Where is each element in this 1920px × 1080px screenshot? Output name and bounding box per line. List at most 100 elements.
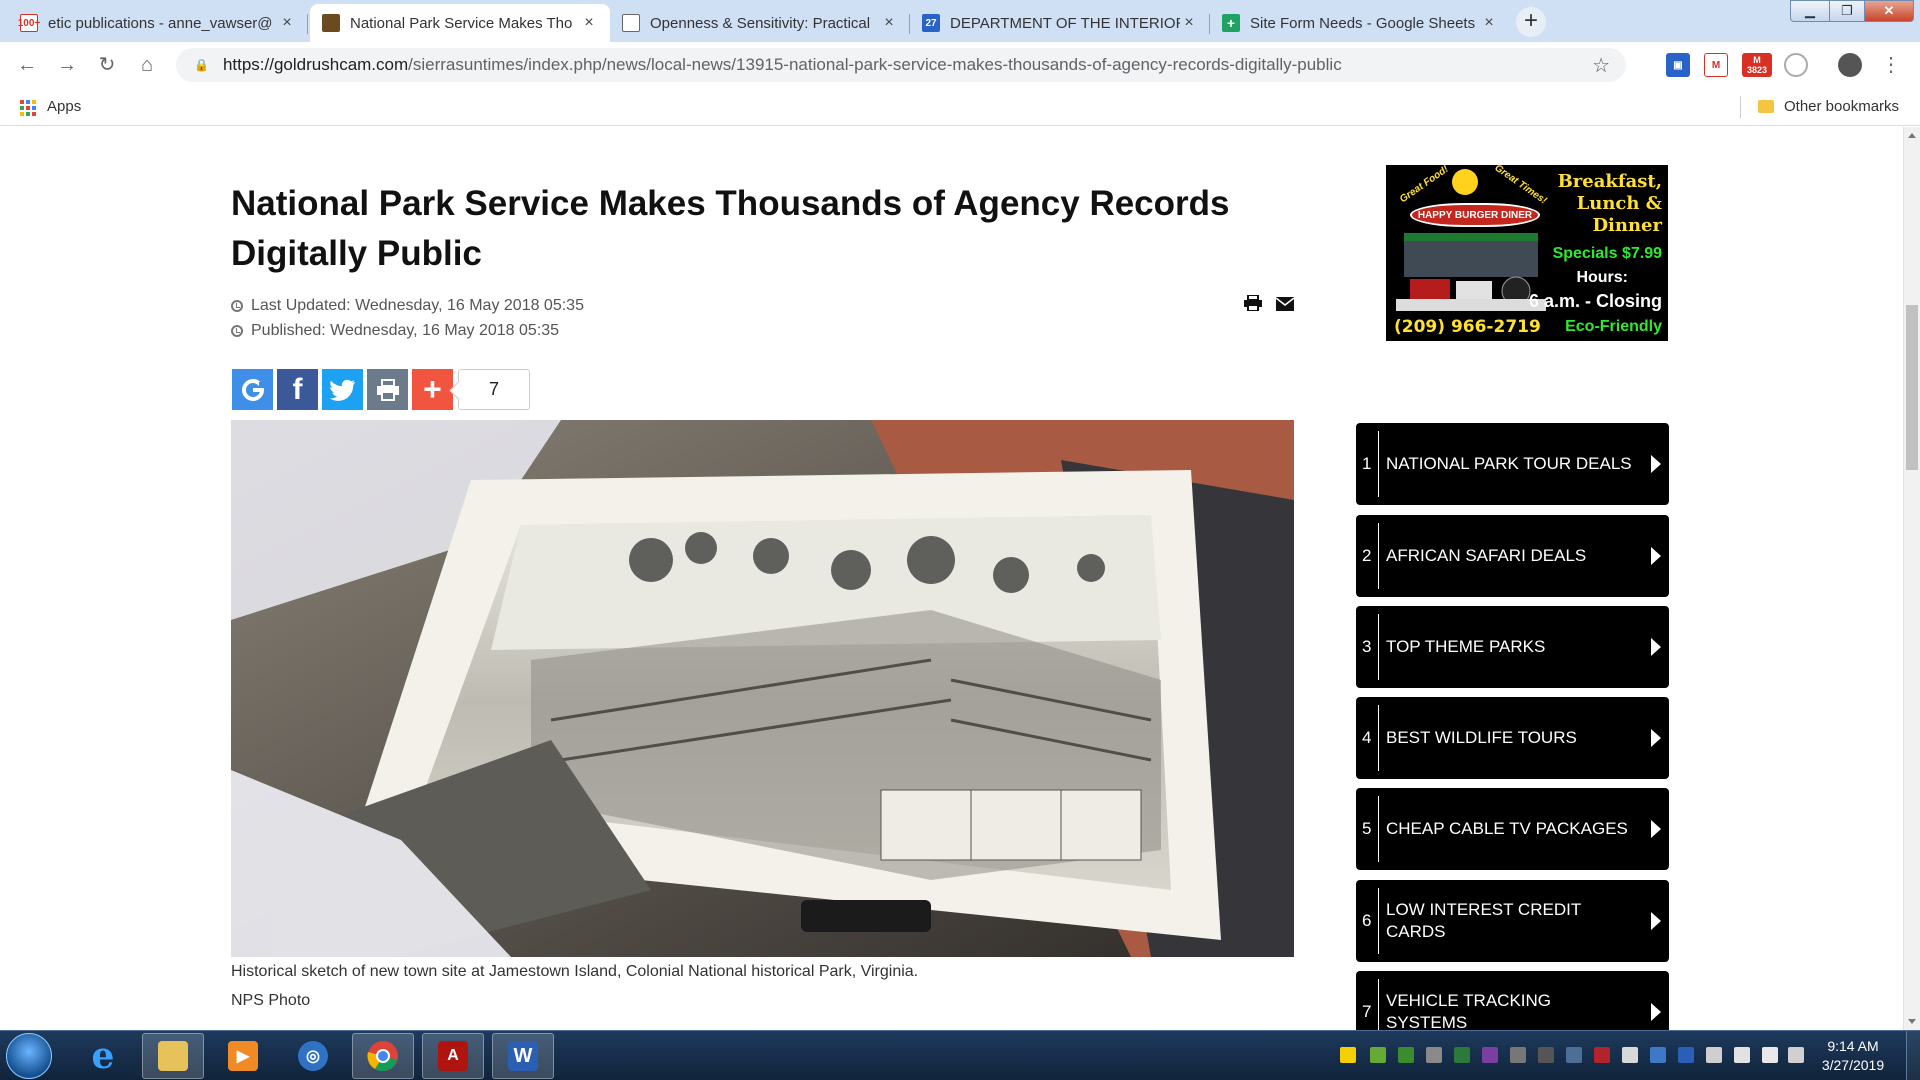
photo-caption: Historical sketch of new town site at Ja… — [231, 963, 919, 980]
reload-icon[interactable]: ↻ — [94, 52, 120, 78]
last-updated-text: Last Updated: Wednesday, 16 May 2018 05:… — [251, 297, 584, 314]
ad-tag-left: Great Food! — [1397, 165, 1451, 206]
tray-shield-icon[interactable] — [1340, 1047, 1356, 1063]
more-share-icon[interactable]: + — [412, 369, 453, 410]
tray-security-icon[interactable] — [1594, 1047, 1610, 1063]
tab-national-park-service[interactable]: National Park Service Makes Tho × — [310, 4, 610, 42]
profile-avatar-icon[interactable] — [1838, 53, 1862, 77]
minimize-window-button[interactable]: ▁ — [1790, 0, 1830, 22]
close-icon[interactable]: × — [1480, 14, 1498, 32]
bookmark-star-icon[interactable]: ☆ — [1592, 53, 1610, 78]
google-share-icon[interactable] — [232, 369, 273, 410]
tab-openness-sensitivity[interactable]: Openness & Sensitivity: Practical × — [610, 4, 910, 42]
tab-separator — [307, 14, 308, 34]
apps-bookmark[interactable]: Apps — [47, 98, 81, 115]
tab-title: DEPARTMENT OF THE INTERIOR — [950, 14, 1180, 32]
play-arrow-icon — [1651, 729, 1661, 747]
tray-network-icon[interactable] — [1788, 1047, 1804, 1063]
play-arrow-icon — [1651, 455, 1661, 473]
tray-evernote-icon[interactable] — [1454, 1047, 1470, 1063]
sheets-icon: + — [1222, 14, 1240, 32]
tab-gmail[interactable]: 100+ etic publications - anne_vawser@ × — [8, 4, 308, 42]
chrome-icon[interactable] — [352, 1033, 414, 1079]
link-number: 7 — [1362, 1002, 1372, 1021]
media-player-icon[interactable]: ▶ — [212, 1033, 274, 1079]
tray-volume-icon[interactable] — [1762, 1047, 1778, 1063]
scroll-down-arrow-icon[interactable] — [1908, 1019, 1916, 1024]
facebook-share-icon[interactable]: f — [277, 369, 318, 410]
url-text: https://goldrushcam.com/sierrasuntimes/i… — [222, 55, 1342, 74]
document-icon — [622, 14, 640, 32]
site-favicon-icon — [322, 14, 340, 32]
gmail-icon: 100+ — [18, 14, 40, 32]
home-icon[interactable]: ⌂ — [134, 52, 160, 78]
sidebar-link-7[interactable]: 7 VEHICLE TRACKING SYSTEMS — [1356, 971, 1669, 1030]
back-arrow-icon[interactable]: ← — [14, 52, 40, 78]
sidebar-link-6[interactable]: 6 LOW INTEREST CREDIT CARDS — [1356, 880, 1669, 962]
tray-network-app-icon[interactable] — [1370, 1047, 1386, 1063]
word-icon[interactable]: W — [492, 1033, 554, 1079]
show-desktop-button[interactable] — [1906, 1031, 1920, 1080]
web-page: National Park Service Makes Thousands of… — [0, 127, 1903, 1030]
tab-department-of-interior[interactable]: 27 DEPARTMENT OF THE INTERIOR × — [910, 4, 1210, 42]
forward-arrow-icon[interactable]: → — [54, 52, 80, 78]
tray-dragon-icon[interactable] — [1538, 1047, 1554, 1063]
tray-flag-icon[interactable] — [1734, 1047, 1750, 1063]
acrobat-icon[interactable]: A — [422, 1033, 484, 1079]
network-globe-icon[interactable]: ◎ — [282, 1033, 344, 1079]
scroll-thumb[interactable] — [1906, 305, 1918, 470]
page-scrollbar[interactable] — [1903, 127, 1920, 1030]
tab-title: Site Form Needs - Google Sheets — [1250, 14, 1476, 32]
print-share-icon[interactable] — [367, 369, 408, 410]
menu-kebab-icon[interactable]: ⋮ — [1878, 52, 1904, 78]
sidebar-link-3[interactable]: 3 TOP THEME PARKS — [1356, 606, 1669, 688]
file-explorer-icon[interactable] — [142, 1033, 204, 1079]
tray-bird-icon[interactable] — [1566, 1047, 1582, 1063]
maximize-window-button[interactable]: ❐ — [1829, 0, 1865, 22]
email-icon[interactable] — [1276, 297, 1294, 311]
twitter-share-icon[interactable] — [322, 369, 363, 410]
article-title: National Park Service Makes Thousands of… — [231, 184, 1230, 273]
published-date: Published: Wednesday, 16 May 2018 05:35 — [231, 322, 559, 340]
tray-monitor-icon[interactable] — [1622, 1047, 1638, 1063]
system-clock[interactable]: 9:14 AM 3/27/2019 — [1808, 1037, 1898, 1075]
tray-headset-icon[interactable] — [1510, 1047, 1526, 1063]
gmail-checker-icon[interactable]: M 3823 — [1742, 53, 1772, 77]
tray-onenote-icon[interactable] — [1482, 1047, 1498, 1063]
sidebar-link-1[interactable]: 1 NATIONAL PARK TOUR DEALS — [1356, 423, 1669, 505]
ad-hours: 6 a.m. - Closing — [1528, 291, 1662, 311]
bookmarks-bar: Apps Other bookmarks — [0, 88, 1920, 126]
extension-screen-icon[interactable]: ▣ — [1666, 53, 1690, 77]
happy-burger-diner-ad[interactable]: Great Food! Great Times! HAPPY BURGER DI… — [1386, 165, 1668, 341]
play-arrow-icon — [1651, 547, 1661, 565]
link-number: 2 — [1362, 546, 1372, 565]
internet-explorer-icon[interactable]: e — [72, 1033, 134, 1079]
close-icon[interactable]: × — [1180, 14, 1198, 32]
close-icon[interactable]: × — [880, 14, 898, 32]
tray-money-icon[interactable] — [1398, 1047, 1414, 1063]
scroll-up-arrow-icon[interactable] — [1908, 133, 1916, 138]
address-bar[interactable]: 🔒 https://goldrushcam.com/sierrasuntimes… — [176, 48, 1626, 82]
gmail-extension-icon[interactable]: M — [1704, 53, 1728, 77]
sidebar-link-4[interactable]: 4 BEST WILDLIFE TOURS — [1356, 697, 1669, 779]
close-icon[interactable]: × — [278, 14, 296, 32]
tray-cloud-icon[interactable] — [1426, 1047, 1442, 1063]
tab-site-form-needs[interactable]: + Site Form Needs - Google Sheets × — [1210, 4, 1510, 42]
apps-grid-icon[interactable] — [20, 100, 36, 116]
sidebar-link-5[interactable]: 5 CHEAP CABLE TV PACKAGES — [1356, 788, 1669, 870]
tray-device-icon[interactable] — [1706, 1047, 1722, 1063]
bookmarks-divider — [1740, 96, 1741, 118]
sidebar-link-2[interactable]: 2 AFRICAN SAFARI DEALS — [1356, 515, 1669, 597]
new-tab-button[interactable]: + — [1516, 7, 1546, 37]
link-divider — [1378, 979, 1379, 1030]
close-icon[interactable]: × — [580, 14, 598, 32]
link-label: CHEAP CABLE TV PACKAGES — [1386, 819, 1628, 838]
tray-bluetooth-icon[interactable] — [1678, 1047, 1694, 1063]
link-label: AFRICAN SAFARI DEALS — [1386, 546, 1587, 565]
circle-extension-icon[interactable] — [1784, 53, 1808, 77]
tray-display-icon[interactable] — [1650, 1047, 1666, 1063]
other-bookmarks[interactable]: Other bookmarks — [1758, 98, 1899, 115]
close-window-button[interactable]: ✕ — [1864, 0, 1914, 22]
print-icon[interactable] — [1244, 295, 1262, 311]
start-button[interactable] — [6, 1033, 52, 1079]
